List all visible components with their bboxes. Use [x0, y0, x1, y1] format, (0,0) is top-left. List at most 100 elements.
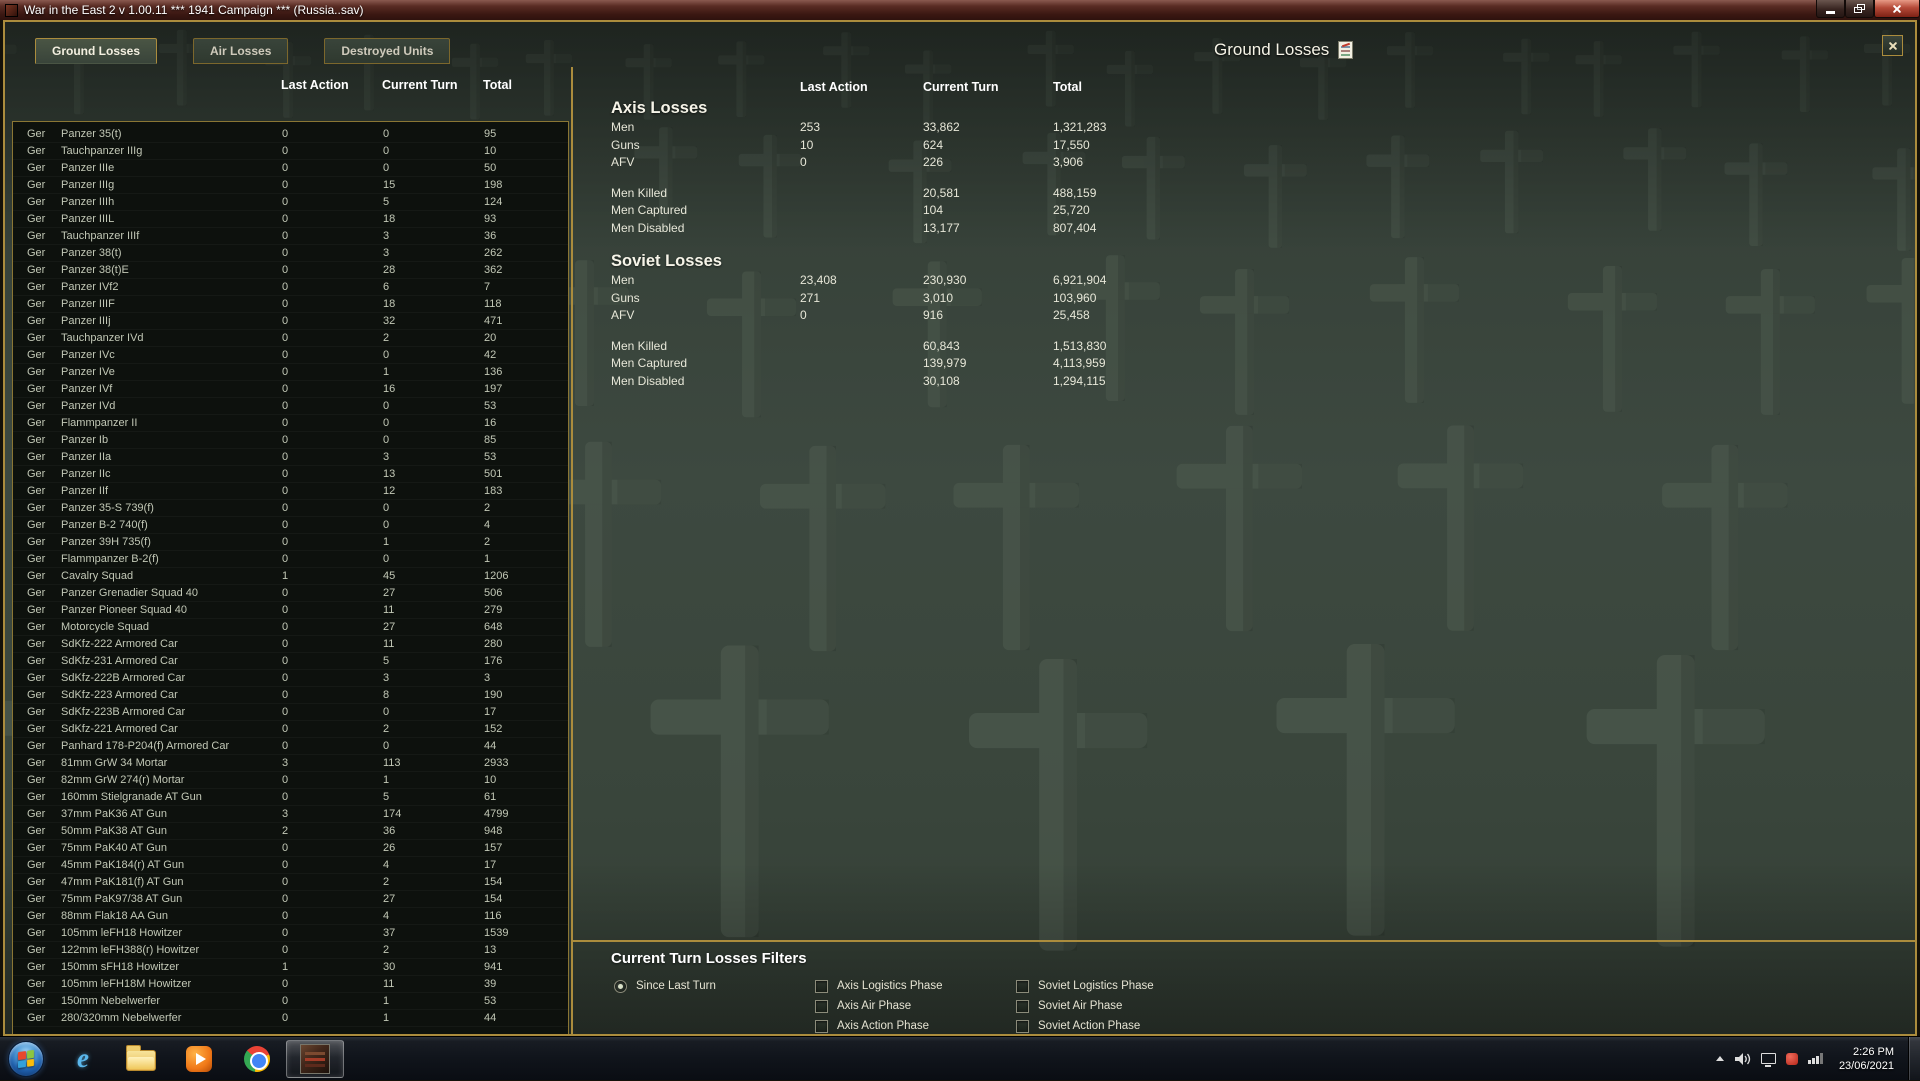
- internet-explorer-icon: [77, 1043, 89, 1074]
- system-tray: 2:26 PM 23/06/2021: [1716, 1037, 1920, 1080]
- filter-option[interactable]: Soviet Logistics Phase: [1016, 978, 1154, 994]
- chevron-up-icon[interactable]: [1716, 1056, 1725, 1061]
- table-row: Ger Panzer Ib 0 0 85: [13, 432, 568, 449]
- start-button[interactable]: [8, 1040, 44, 1077]
- filter-label: Soviet Action Phase: [1038, 1020, 1141, 1032]
- filter-label: Soviet Air Phase: [1038, 1000, 1123, 1012]
- filter-option[interactable]: Since Last Turn: [614, 978, 716, 994]
- unit-loss-table: Ger Panzer 35(t) 0 0 95 Ger Tauchpanzer IIIg 0 0…: [12, 121, 569, 1034]
- show-desktop-button[interactable]: [1908, 1037, 1920, 1080]
- table-row: Ger Panzer 35(t) 0 0 95: [13, 126, 568, 143]
- table-row: Ger Panzer IIa 0 3 53: [13, 449, 568, 466]
- tab-air-losses[interactable]: Air Losses: [193, 38, 289, 64]
- summary-row: Men Killed 20,581 488,159: [611, 185, 1097, 200]
- column-header-total: Total: [483, 78, 512, 92]
- network-icon[interactable]: [1761, 1053, 1777, 1067]
- summary-row: Guns 10 624 17,550: [611, 137, 1090, 152]
- since-last-turn-filter: Since Last Turn: [614, 978, 716, 998]
- table-row: Ger 160mm Stielgranade AT Gun 0 5 61: [13, 789, 568, 806]
- checkbox-icon[interactable]: [815, 1019, 828, 1033]
- table-row: Ger Tauchpanzer IVd 0 2 20: [13, 330, 568, 347]
- filter-label: Axis Air Phase: [837, 1000, 912, 1012]
- table-row: Ger Panzer Grenadier Squad 40 0 27 506: [13, 585, 568, 602]
- taskbar-item-war-in-the-east[interactable]: [286, 1039, 344, 1078]
- table-row: Ger Motorcycle Squad 0 27 648: [13, 619, 568, 636]
- table-row: Ger 37mm PaK36 AT Gun 3 174 4799: [13, 806, 568, 823]
- column-header-current-turn: Current Turn: [382, 78, 458, 92]
- table-row: Ger Panzer 39H 735(f) 0 1 2: [13, 534, 568, 551]
- summary-row: Men Disabled 13,177 807,404: [611, 220, 1097, 235]
- table-row: Ger Panzer IIIh 0 5 124: [13, 194, 568, 211]
- table-row: Ger Panzer IVd 0 0 53: [13, 398, 568, 415]
- filters-title: Current Turn Losses Filters: [611, 950, 807, 967]
- radio-icon[interactable]: [614, 979, 627, 993]
- table-row: Ger 122mm leFH388(r) Howitzer 0 2 13: [13, 942, 568, 959]
- summary-row: Men Killed 60,843 1,513,830: [611, 338, 1107, 353]
- page-title: Ground Losses: [1214, 40, 1330, 59]
- folder-icon: [126, 1045, 156, 1071]
- game-icon: [300, 1043, 330, 1074]
- summary-row: AFV 0 226 3,906: [611, 155, 1084, 169]
- table-row: Ger Panzer IIf 0 12 183: [13, 483, 568, 500]
- tab-destroyed-units[interactable]: Destroyed Units: [324, 38, 451, 64]
- table-row: Ger Panzer 38(t)E 0 28 362: [13, 262, 568, 279]
- filter-option[interactable]: Axis Logistics Phase: [815, 978, 942, 994]
- table-row: Ger Flammpanzer II 0 0 16: [13, 415, 568, 432]
- media-player-icon: [186, 1045, 212, 1072]
- window-titlebar: War in the East 2 v 1.00.11 *** 1941 Cam…: [0, 0, 1920, 20]
- table-row: Ger Panzer IVe 0 1 136: [13, 364, 568, 381]
- taskbar-clock[interactable]: 2:26 PM 23/06/2021: [1839, 1045, 1894, 1073]
- table-row: Ger 50mm PaK38 AT Gun 2 36 948: [13, 823, 568, 840]
- filter-option[interactable]: Soviet Air Phase: [1016, 998, 1154, 1014]
- notes-icon[interactable]: [1338, 41, 1354, 59]
- security-icon[interactable]: [1786, 1052, 1799, 1065]
- clock-time: 2:26 PM: [1853, 1045, 1894, 1058]
- table-row: Ger Panzer IIIg 0 15 198: [13, 177, 568, 194]
- checkbox-icon[interactable]: [1016, 1019, 1029, 1033]
- checkbox-icon[interactable]: [1016, 999, 1029, 1013]
- axis-phase-filters: Axis Logistics Phase Axis Air Phase Axis A…: [815, 978, 942, 1034]
- summary-section-title: Soviet Losses: [611, 252, 722, 270]
- summary-row: Guns 271 3,010 103,960: [611, 290, 1097, 305]
- taskbar-item-chrome[interactable]: [228, 1040, 286, 1078]
- filter-label: Axis Logistics Phase: [837, 980, 943, 992]
- taskbar-item-file-explorer[interactable]: [112, 1040, 170, 1078]
- taskbar-item-media-player[interactable]: [170, 1040, 228, 1078]
- chrome-icon: [244, 1045, 270, 1072]
- table-row: Ger Panzer IIc 0 13 501: [13, 466, 568, 483]
- tab-ground-losses[interactable]: Ground Losses: [35, 38, 158, 64]
- filter-label: Axis Action Phase: [837, 1020, 930, 1032]
- summary-row: Men 23,408 230,930 6,921,904: [611, 273, 1107, 287]
- window-title: War in the East 2 v 1.00.11 *** 1941 Cam…: [24, 3, 364, 17]
- table-row: Ger Panzer 38(t) 0 3 262: [13, 245, 568, 262]
- summary-column-headers: Last Action Current Turn Total: [611, 77, 1391, 97]
- checkbox-icon[interactable]: [815, 979, 828, 993]
- maximize-button[interactable]: [1845, 0, 1874, 18]
- table-row: Ger 105mm leFH18M Howitzer 0 11 39: [13, 976, 568, 993]
- table-row: Ger Panzer B-2 740(f) 0 0 4: [13, 517, 568, 534]
- minimize-button[interactable]: [1816, 0, 1845, 18]
- table-row: Ger 81mm GrW 34 Mortar 3 113 2933: [13, 755, 568, 772]
- checkbox-icon[interactable]: [815, 999, 828, 1013]
- signal-icon[interactable]: [1808, 1053, 1823, 1064]
- table-row: Ger SdKfz-221 Armored Car 0 2 152: [13, 721, 568, 738]
- close-button[interactable]: [1874, 0, 1920, 18]
- dialog-close-button[interactable]: [1882, 35, 1903, 56]
- losses-summary: Last Action Current Turn Total Axis Loss…: [611, 77, 1391, 403]
- filter-option[interactable]: Soviet Action Phase: [1016, 1018, 1154, 1034]
- filter-option[interactable]: Axis Action Phase: [815, 1018, 942, 1034]
- summary-row: Men Disabled 30,108 1,294,115: [611, 373, 1106, 388]
- summary-header-current-turn: Current Turn: [923, 80, 999, 94]
- table-row: Ger Panzer IVc 0 0 42: [13, 347, 568, 364]
- clock-date: 23/06/2021: [1838, 1059, 1894, 1072]
- volume-icon[interactable]: [1734, 1052, 1751, 1066]
- table-row: Ger 82mm GrW 274(r) Mortar 0 1 10: [13, 772, 568, 789]
- app-icon: [5, 3, 18, 17]
- checkbox-icon[interactable]: [1016, 979, 1029, 993]
- soviet-phase-filters: Soviet Logistics Phase Soviet Air Phase So…: [1016, 978, 1154, 1034]
- table-row: Ger Panzer IIIF 0 18 118: [13, 296, 568, 313]
- table-row: Ger 280/320mm Nebelwerfer 0 1 44: [13, 1010, 568, 1027]
- taskbar-item-internet-explorer[interactable]: [54, 1040, 112, 1078]
- filter-option[interactable]: Axis Air Phase: [815, 998, 942, 1014]
- table-row: Ger Panhard 178-P204(f) Armored Car 0 0 44: [13, 738, 568, 755]
